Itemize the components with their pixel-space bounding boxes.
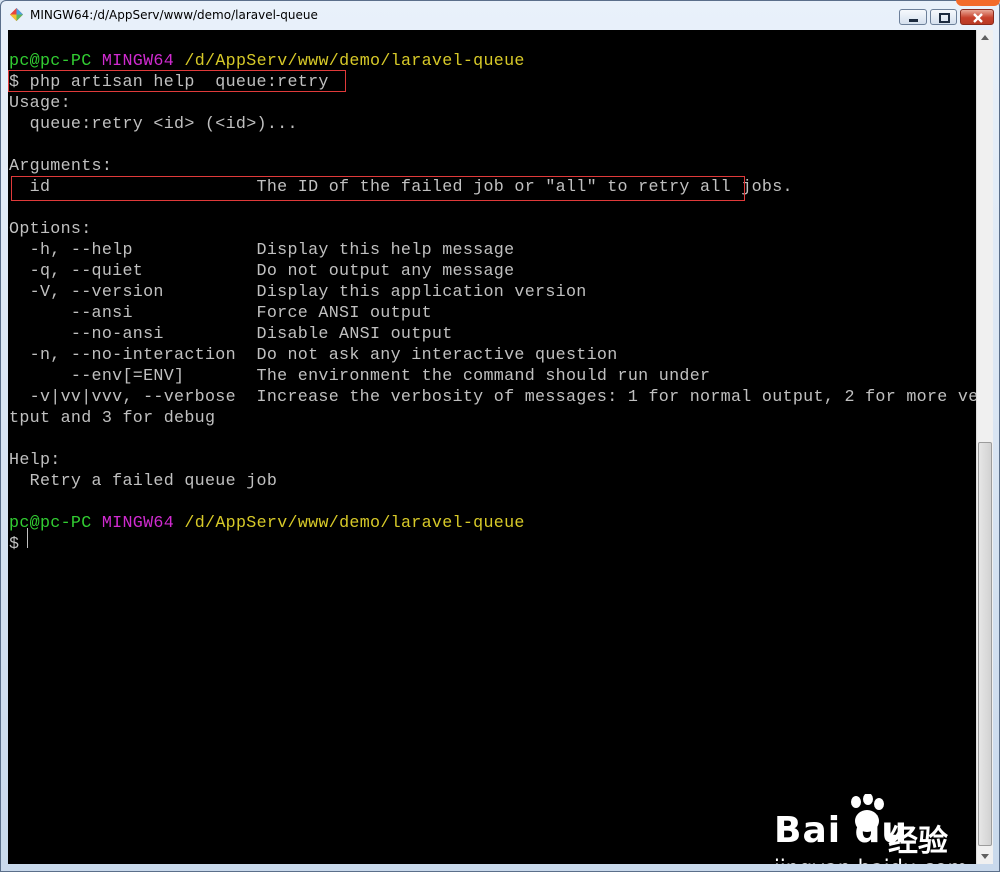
option-line: --ansi Force ANSI output — [9, 304, 432, 323]
option-line: -q, --quiet Do not output any message — [9, 262, 515, 281]
option-line: --env[=ENV] The environment the command … — [9, 367, 711, 386]
arrow-up-icon — [981, 35, 989, 40]
prompt-path: /d/AppServ/www/demo/laravel-queue — [184, 514, 525, 533]
maximize-icon — [939, 13, 950, 23]
vertical-scrollbar[interactable] — [976, 30, 993, 864]
prompt-shell: MINGW64 — [101, 514, 175, 533]
prompt-user: pc@pc-PC — [9, 514, 92, 533]
option-line: -v|vv|vvv, --verbose Increase the verbos… — [9, 388, 976, 407]
usage-line: queue:retry <id> (<id>)... — [9, 115, 298, 134]
option-line: -V, --version Display this application v… — [9, 283, 587, 302]
scroll-up-button[interactable] — [977, 30, 993, 46]
option-line-wrap: tput and 3 for debug — [9, 409, 216, 428]
mingw-app-icon — [10, 8, 23, 21]
window-title: MINGW64:/d/AppServ/www/demo/laravel-queu… — [30, 8, 318, 22]
watermark-cn: 经验 — [888, 824, 948, 859]
close-button[interactable] — [960, 9, 994, 25]
title-bar[interactable]: MINGW64:/d/AppServ/www/demo/laravel-queu… — [0, 0, 1000, 30]
prompt-path: /d/AppServ/www/demo/laravel-queue — [184, 52, 525, 71]
help-header: Help: — [9, 451, 61, 470]
option-line: --no-ansi Disable ANSI output — [9, 325, 453, 344]
terminal-output[interactable]: pc@pc-PC MINGW64 /d/AppServ/www/demo/lar… — [8, 30, 976, 864]
scrollbar-thumb[interactable] — [978, 442, 992, 846]
close-icon — [973, 13, 983, 23]
options-header: Options: — [9, 220, 92, 239]
command-highlight-box — [8, 70, 346, 92]
maximize-button[interactable] — [930, 9, 957, 25]
prompt-line-2: pc@pc-PC MINGW64 /d/AppServ/www/demo/lar… — [9, 513, 525, 534]
option-line: -h, --help Display this help message — [9, 241, 515, 260]
prompt-user: pc@pc-PC — [9, 52, 92, 71]
argument-highlight-box — [11, 176, 745, 201]
arrow-down-icon — [981, 854, 989, 859]
help-line: Retry a failed queue job — [9, 472, 278, 491]
prompt-shell: MINGW64 — [101, 52, 175, 71]
arguments-header: Arguments: — [9, 157, 113, 176]
usage-header: Usage: — [9, 94, 71, 113]
minimize-icon — [909, 19, 918, 22]
text-cursor — [27, 528, 28, 548]
baidu-watermark: Bai du 经验 jingyan.baidu.com — [774, 790, 968, 864]
minimize-button[interactable] — [899, 9, 927, 25]
watermark-url: jingyan.baidu.com — [774, 856, 968, 864]
scroll-down-button[interactable] — [977, 848, 993, 864]
prompt-line-1: pc@pc-PC MINGW64 /d/AppServ/www/demo/lar… — [9, 51, 525, 72]
option-line: -n, --no-interaction Do not ask any inte… — [9, 346, 618, 365]
